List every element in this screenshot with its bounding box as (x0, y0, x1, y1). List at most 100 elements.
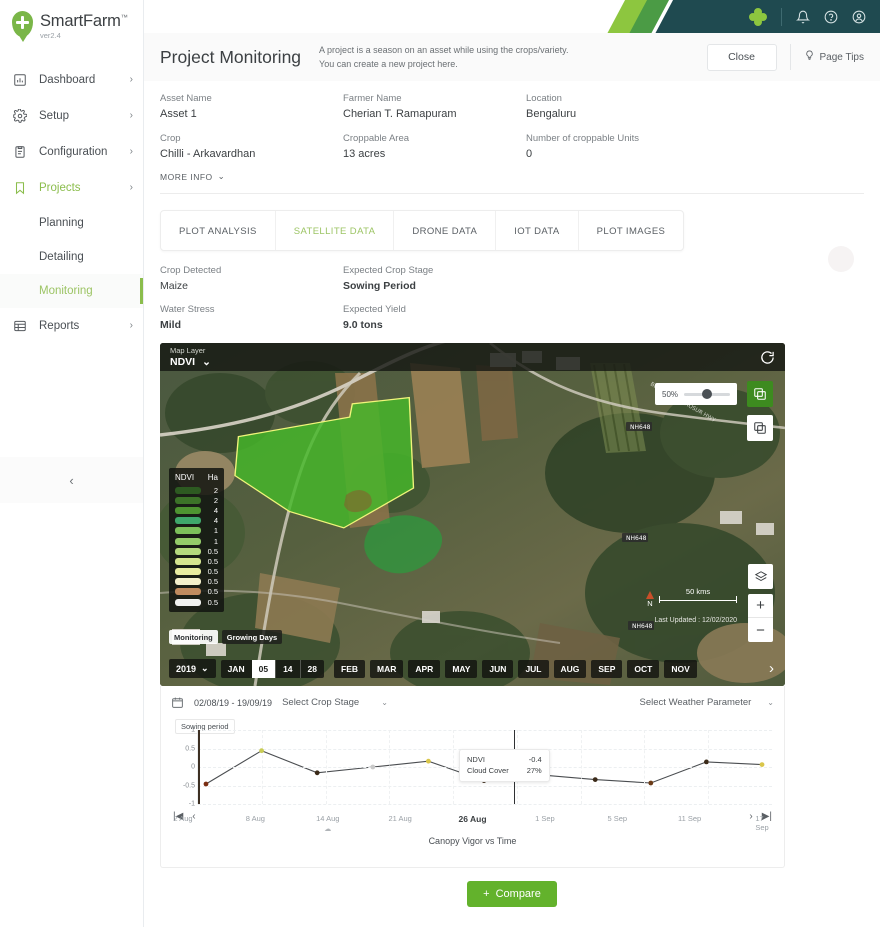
y-axis-tick: 1 (191, 727, 195, 734)
y-axis-tick: 0 (191, 764, 195, 771)
compare-footer: + Compare (144, 881, 880, 907)
sidebar-item-detailing[interactable]: Detailing (0, 240, 143, 274)
timeline-month-oct[interactable]: OCT (627, 660, 659, 678)
tab-iot-data[interactable]: IOT DATA (496, 211, 578, 251)
date-range-value[interactable]: 02/08/19 - 19/09/19 (194, 698, 272, 708)
sidebar-item-setup[interactable]: Setup › (0, 98, 143, 134)
sidebar-collapse-button[interactable]: ‹ (0, 457, 143, 503)
map-opacity-control[interactable]: 50% (655, 383, 737, 405)
map-top-bar: Map Layer NDVI ⌄ (160, 343, 785, 371)
brand-logo[interactable]: SmartFarm™ ver2.4 (0, 0, 143, 40)
timeline-day-28[interactable]: 28 (300, 660, 324, 678)
x-axis-tick[interactable]: 17 Sep (755, 814, 768, 832)
opacity-slider-knob[interactable] (702, 389, 712, 399)
map-layer-toggle-button[interactable] (747, 415, 773, 441)
sidebar-item-reports[interactable]: Reports › (0, 308, 143, 344)
x-axis-tick[interactable]: 8 Aug (246, 814, 265, 823)
sidebar-item-planning[interactable]: Planning (0, 206, 143, 240)
more-info-toggle[interactable]: MORE INFO ⌄ (160, 171, 864, 182)
refresh-icon[interactable] (760, 350, 775, 365)
tab-satellite-data[interactable]: SATELLITE DATA (276, 211, 395, 251)
smartfarm-pin-icon (12, 11, 33, 37)
legend-row: 4 (175, 505, 218, 515)
timeline-next-button[interactable]: › (769, 660, 776, 677)
chip-growing-days[interactable]: Growing Days (222, 630, 282, 644)
legend-swatch (175, 538, 201, 545)
weather-parameter-select[interactable]: Select Weather Parameter ⌄ (640, 697, 774, 708)
calendar-icon[interactable] (171, 696, 184, 709)
timeline-month-aug[interactable]: AUG (554, 660, 587, 678)
x-axis-tick[interactable]: 2 Aug (173, 814, 192, 823)
map-layer-label: Map Layer (170, 347, 211, 356)
legend-title-ndvi: NDVI (175, 473, 194, 482)
timeline-month-sep[interactable]: SEP (591, 660, 622, 678)
map-zoom-in-button[interactable]: + (748, 594, 773, 618)
compare-button[interactable]: + Compare (467, 881, 557, 907)
legend-swatch (175, 497, 201, 504)
close-button[interactable]: Close (707, 44, 777, 71)
grid-line-horizontal (198, 804, 772, 805)
x-axis-tick[interactable]: 26 Aug (458, 814, 486, 824)
sidebar-item-configuration[interactable]: Configuration › (0, 134, 143, 170)
map-layer-select[interactable]: NDVI ⌄ (170, 356, 211, 368)
chip-monitoring[interactable]: Monitoring (169, 630, 218, 644)
account-avatar-icon[interactable] (852, 10, 866, 24)
tab-plot-images[interactable]: PLOT IMAGES (579, 211, 684, 251)
x-axis-tick[interactable]: 5 Sep (607, 814, 627, 823)
timeline-month-feb[interactable]: FEB (334, 660, 365, 678)
map-layer-toggle-button-active[interactable] (747, 381, 773, 407)
map-zoom-out-button[interactable]: − (748, 618, 773, 642)
legend-ha-value: 1 (214, 537, 218, 546)
sidebar-item-monitoring[interactable]: Monitoring (0, 274, 143, 308)
legend-row: 4 (175, 516, 218, 526)
legend-swatch (175, 507, 201, 514)
timeline-month-nov[interactable]: NOV (664, 660, 696, 678)
timeline-month-jan[interactable]: JAN (221, 660, 252, 678)
timeline-month-jun[interactable]: JUN (482, 660, 513, 678)
header-divider (790, 44, 791, 70)
detect-label: Water Stress (160, 304, 343, 315)
info-value: 0 (526, 148, 709, 160)
sidebar-item-dashboard[interactable]: Dashboard › (0, 62, 143, 98)
tab-drone-data[interactable]: DRONE DATA (394, 211, 496, 251)
timeline-month-jul[interactable]: JUL (518, 660, 548, 678)
sidebar-item-projects[interactable]: Projects › (0, 170, 143, 206)
legend-ha-value: 0.5 (208, 587, 218, 596)
legend-rows: 2244110.50.50.50.50.50.5 (175, 485, 218, 607)
timeline-year-select[interactable]: 2019 ⌄ (169, 659, 216, 678)
legend-swatch (175, 517, 201, 524)
legend-title-ha: Ha (208, 473, 218, 482)
crop-stage-select[interactable]: Select Crop Stage ⌄ (282, 697, 388, 708)
page-header: Project Monitoring A project is a season… (144, 33, 880, 81)
x-axis-tick[interactable]: 14 Aug (316, 814, 339, 823)
info-value: Cherian T. Ramapuram (343, 108, 526, 120)
satellite-map[interactable]: NH648 NH648 NH648 NH648 BENGALURU - HOSU… (160, 343, 785, 686)
legend-swatch (175, 527, 201, 534)
map-layers-stack-icon[interactable] (748, 564, 773, 589)
x-axis-tick[interactable]: 11 Sep (678, 814, 701, 823)
x-axis-tick[interactable]: 1 Sep (535, 814, 555, 823)
timeline-month-mar[interactable]: MAR (370, 660, 403, 678)
legend-row: 0.5 (175, 546, 218, 556)
y-axis-tick: 0.5 (185, 745, 195, 752)
opacity-slider[interactable] (684, 393, 730, 396)
timeline-month-apr[interactable]: APR (408, 660, 440, 678)
chart-tooltip: NDVI-0.4 Cloud Cover27% (459, 749, 550, 782)
x-axis-tick[interactable]: 21 Aug (388, 814, 411, 823)
page-tips-button[interactable]: Page Tips (804, 50, 864, 64)
chevron-down-icon: ⌄ (767, 698, 774, 707)
info-value: 13 acres (343, 148, 526, 160)
map-zoom-controls: + − (748, 594, 773, 642)
timeline-day-14[interactable]: 14 (275, 660, 299, 678)
sidebar-item-label: Reports (39, 320, 79, 332)
help-icon[interactable] (824, 10, 838, 24)
timeline-month-may[interactable]: MAY (445, 660, 477, 678)
map-controls: + − (748, 564, 773, 642)
north-arrow-icon: N (646, 591, 654, 608)
timeline-day-05[interactable]: 05 (252, 660, 275, 678)
tab-plot-analysis[interactable]: PLOT ANALYSIS (161, 211, 276, 251)
opacity-value: 50% (662, 390, 678, 399)
detect-value: 9.0 tons (343, 319, 526, 331)
notification-bell-icon[interactable] (796, 10, 810, 24)
chevron-right-icon: › (130, 320, 133, 331)
